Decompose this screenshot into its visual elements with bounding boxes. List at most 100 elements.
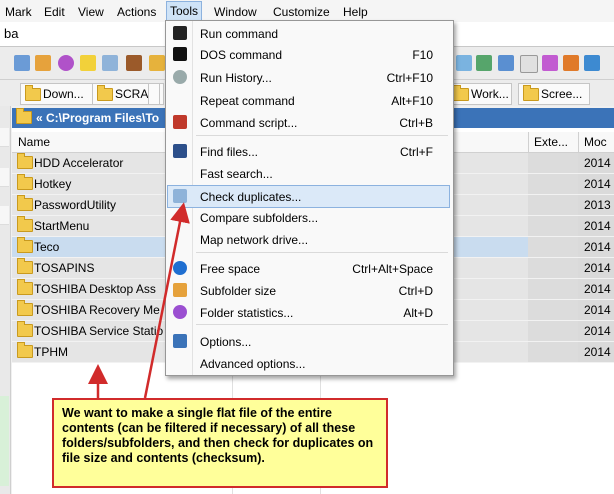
document-icon[interactable] xyxy=(102,55,118,71)
briefcase-icon[interactable] xyxy=(126,55,142,71)
folder-icon xyxy=(17,342,33,358)
folder-icon xyxy=(17,258,33,274)
file-name: HDD Accelerator xyxy=(34,156,124,170)
menu-item-folder-statistics[interactable]: Folder statistics... Alt+D xyxy=(168,302,449,323)
menu-item-shortcut: Ctrl+Alt+Space xyxy=(352,262,433,276)
folder-icon xyxy=(17,321,33,337)
menu-item-label: Repeat command xyxy=(200,94,295,108)
folder-icon xyxy=(17,174,33,190)
menu-tools[interactable]: Tools xyxy=(166,1,203,22)
menu-item-options[interactable]: Options... xyxy=(168,331,449,352)
file-name: TOSHIBA Service Statio xyxy=(34,324,164,338)
menu-edit[interactable]: Edit xyxy=(41,4,68,20)
folder-icon xyxy=(17,279,33,295)
menu-mark[interactable]: Mark xyxy=(2,4,35,20)
column-divider[interactable] xyxy=(578,132,579,152)
menu-item-run-history[interactable]: Run History... Ctrl+F10 xyxy=(168,67,449,88)
script-icon xyxy=(173,115,187,129)
options-icon xyxy=(173,334,187,348)
menu-customize[interactable]: Customize xyxy=(270,4,333,20)
file-modified: 2014 xyxy=(584,219,611,233)
file-extension-cell xyxy=(528,258,578,278)
file-extension-cell xyxy=(528,321,578,341)
file-name: StartMenu xyxy=(34,219,90,233)
tab-partial[interactable] xyxy=(148,83,160,105)
folder-icon xyxy=(16,108,32,124)
left-pane-row xyxy=(0,206,9,225)
menu-item-map-network-drive[interactable]: Map network drive... xyxy=(168,229,449,250)
menu-item-label: DOS command xyxy=(200,48,283,62)
menu-item-advanced-options[interactable]: Advanced options... xyxy=(168,353,449,374)
menu-separator xyxy=(196,252,448,253)
left-pane-status xyxy=(0,396,9,486)
file-extension-cell xyxy=(528,195,578,215)
binoculars-icon xyxy=(173,144,187,158)
menu-item-run-command[interactable]: Run command xyxy=(168,23,449,44)
network-icon[interactable] xyxy=(584,55,600,71)
ball-icon[interactable] xyxy=(58,55,74,71)
panel-path: « C:\Program Files\To xyxy=(36,111,160,125)
tab-screenshots[interactable]: Scree... xyxy=(518,83,590,105)
menu-item-compare-subfolders[interactable]: Compare subfolders... xyxy=(168,207,449,228)
menu-item-command-script[interactable]: Command script... Ctrl+B xyxy=(168,112,449,133)
file-modified: 2014 xyxy=(584,177,611,191)
menu-item-label: Run command xyxy=(200,27,279,41)
menu-item-label: Compare subfolders... xyxy=(200,211,319,225)
menu-item-shortcut: Ctrl+B xyxy=(399,116,433,130)
file-extension-cell xyxy=(528,237,578,257)
menu-item-label: Find files... xyxy=(200,145,259,159)
menu-item-label: Subfolder size xyxy=(200,284,277,298)
menu-help[interactable]: Help xyxy=(340,4,371,20)
folder-icon xyxy=(25,85,41,101)
move-icon[interactable] xyxy=(498,55,514,71)
notepad-icon[interactable] xyxy=(520,55,538,73)
column-extension[interactable]: Exte... xyxy=(534,135,568,149)
column-name[interactable]: Name xyxy=(18,135,50,149)
menu-item-label: Command script... xyxy=(200,116,298,130)
file-modified: 2014 xyxy=(584,345,611,359)
pie-chart-icon xyxy=(173,305,187,319)
file-modified: 2014 xyxy=(584,282,611,296)
folder-size-icon xyxy=(173,283,187,297)
copy-icon[interactable] xyxy=(476,55,492,71)
star-icon[interactable] xyxy=(80,55,96,71)
menu-item-label: Check duplicates... xyxy=(200,190,302,204)
menu-item-free-space[interactable]: Free space Ctrl+Alt+Space xyxy=(168,258,449,279)
menu-item-label: Free space xyxy=(200,262,261,276)
menu-item-fast-search[interactable]: Fast search... xyxy=(168,163,449,184)
address-text: ba xyxy=(4,26,19,41)
menu-view[interactable]: View xyxy=(75,4,107,20)
folder-tool-icon[interactable] xyxy=(149,55,165,71)
menu-item-find-files[interactable]: Find files... Ctrl+F xyxy=(168,141,449,162)
menu-item-dos-command[interactable]: DOS command F10 xyxy=(168,44,449,65)
folder-icon xyxy=(17,153,33,169)
menu-item-check-duplicates[interactable]: Check duplicates... xyxy=(167,185,450,208)
menu-item-repeat-command[interactable]: Repeat command Alt+F10 xyxy=(168,90,449,111)
left-pane-row xyxy=(0,168,9,187)
menu-separator xyxy=(196,135,448,136)
menu-item-subfolder-size[interactable]: Subfolder size Ctrl+D xyxy=(168,280,449,301)
column-divider[interactable] xyxy=(528,132,529,152)
edit-icon[interactable] xyxy=(35,55,51,71)
tab-work[interactable]: Work... xyxy=(448,83,512,105)
menu-actions[interactable]: Actions xyxy=(114,4,159,20)
tools-menu: Run command DOS command F10 Run History... C… xyxy=(165,20,454,376)
folder-icon xyxy=(17,237,33,253)
menu-item-shortcut: Ctrl+D xyxy=(398,284,433,298)
menu-window[interactable]: Window xyxy=(211,4,260,20)
clock-icon xyxy=(173,70,187,84)
refresh-icon[interactable] xyxy=(456,55,472,71)
folder-icon xyxy=(453,85,469,101)
rename-icon[interactable] xyxy=(542,55,558,71)
file-name: Hotkey xyxy=(34,177,72,191)
folder-icon xyxy=(523,85,539,101)
info-icon xyxy=(173,261,187,275)
menu-item-shortcut: F10 xyxy=(412,48,433,62)
wand-icon[interactable] xyxy=(14,55,30,71)
column-modified[interactable]: Moc xyxy=(584,135,607,149)
filter-icon[interactable] xyxy=(563,55,579,71)
folder-icon xyxy=(17,195,33,211)
menu-separator xyxy=(196,324,448,325)
file-extension-cell xyxy=(528,153,578,173)
left-pane-edge xyxy=(0,106,11,494)
